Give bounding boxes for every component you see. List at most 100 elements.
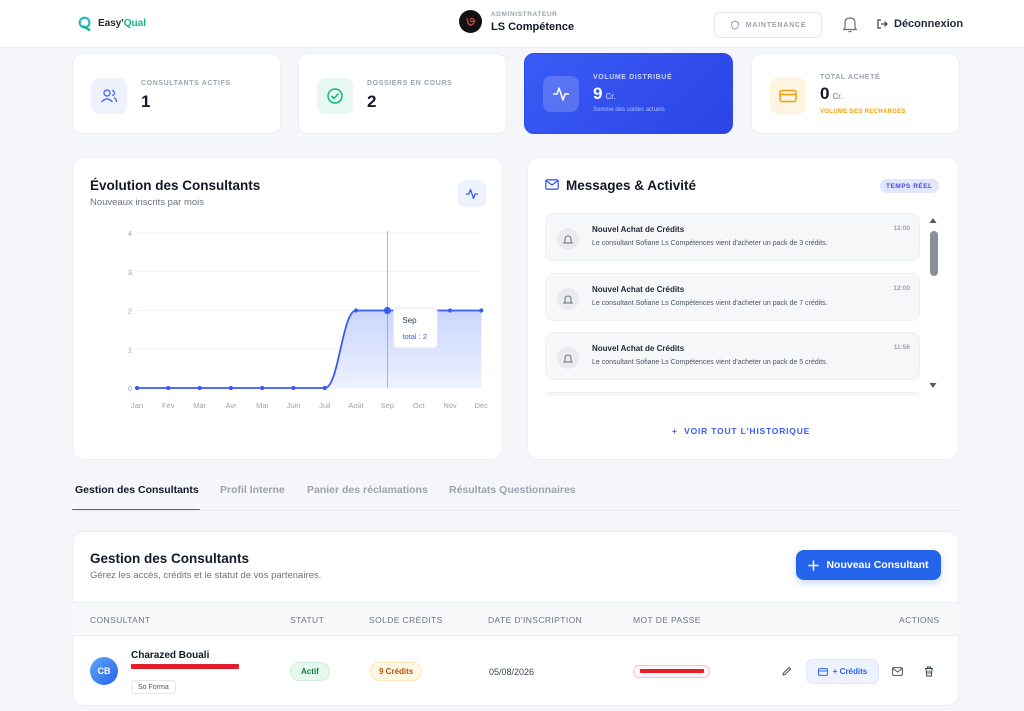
data-point (447, 308, 453, 313)
x-tick-label: Juil (319, 401, 331, 410)
logout-label: Déconnexion (894, 18, 964, 30)
redacted-password (640, 669, 704, 673)
admin-avatar (459, 10, 482, 33)
chart-title: Évolution des Consultants (90, 178, 261, 193)
data-point (354, 308, 359, 313)
tab-gestion-consultants[interactable]: Gestion des Consultants (75, 484, 199, 496)
data-point (166, 385, 171, 391)
stat-card-volume: VOLUME DISTRIBUÉ 9 Cr. Somme des soldes a… (524, 53, 733, 134)
stat-card-dossiers: DOSSIERS EN COURS 2 (298, 53, 507, 134)
add-credits-label: + Crédits (832, 667, 868, 676)
admin-logo-icon (465, 17, 476, 26)
message-desc: Le consultant Sofiane Ls Compétences vie… (592, 300, 828, 307)
stat-value: 1 (141, 92, 151, 111)
plus-icon (808, 559, 820, 571)
stat-label: CONSULTANTS ACTIFS (141, 80, 231, 87)
stat-value: 2 (367, 92, 377, 111)
stat-value: 0 Cr. (820, 84, 843, 103)
see-all-history-link[interactable]: + VOIR TOUT L'HISTORIQUE (672, 426, 810, 436)
x-tick-label: Jan (131, 401, 143, 410)
tab-panier-reclamations[interactable]: Panier des réclamations (307, 484, 428, 496)
data-point (291, 385, 296, 391)
bell-icon (557, 347, 579, 369)
col-solde: SOLDE CRÉDITS (369, 615, 443, 625)
message-title: Nouvel Achat de Crédits (592, 285, 685, 294)
data-point (479, 308, 484, 313)
col-actions: ACTIONS (899, 615, 940, 625)
delete-button[interactable] (916, 659, 941, 684)
status-badge: Actif (290, 662, 330, 681)
tooltip-box (392, 307, 438, 349)
brand-logo-icon (78, 16, 91, 31)
plus-icon: + (672, 426, 678, 436)
message-title: Nouvel Achat de Crédits (592, 344, 685, 353)
message-item[interactable]: Nouvel Achat de Crédits Le consultant So… (545, 213, 920, 261)
check-circle-icon (317, 78, 353, 114)
tab-profil-interne[interactable]: Profil Interne (220, 484, 285, 496)
admin-name: LS Compétence (491, 20, 575, 33)
x-tick-label: Sep (381, 401, 394, 410)
stat-label: DOSSIERS EN COURS (367, 80, 453, 87)
new-consultant-label: Nouveau Consultant (826, 559, 929, 571)
admin-profile[interactable]: ADMINISTRATEUR LS Compétence (459, 10, 574, 33)
consultants-panel-subtitle: Gérez les accès, crédits et le statut de… (90, 570, 322, 581)
activity-icon (466, 188, 478, 199)
message-time: 12:00 (893, 285, 910, 292)
message-desc: Le consultant Sofiane Ls Compétences vie… (592, 359, 828, 366)
redacted-email (131, 664, 239, 669)
consultant-name: Charazed Bouali (131, 650, 210, 661)
data-point (134, 385, 140, 391)
x-tick-label: Avr (225, 401, 237, 410)
y-tick-label: 4 (128, 229, 132, 238)
activity-icon (543, 76, 579, 112)
stat-label: TOTAL ACHETÉ (820, 74, 881, 81)
trash-icon (924, 666, 933, 677)
logout-button[interactable]: Déconnexion (876, 18, 963, 30)
tab-resultats-questionnaires[interactable]: Résultats Questionnaires (449, 484, 576, 496)
messages-title: Messages & Activité (566, 178, 697, 193)
notifications-bell-icon[interactable] (842, 15, 858, 33)
message-item[interactable]: Nouvel Achat de Crédits Le consultant So… (545, 273, 920, 321)
consultants-area-chart[interactable]: 0 1 2 3 4 Jan Fév Mar Avr Mai Juin Juil Août Sep Oct No… (72, 220, 492, 420)
maintenance-label: MAINTENANCE (745, 21, 807, 29)
credit-card-icon (817, 667, 828, 676)
shield-icon (730, 20, 739, 30)
admin-role: ADMINISTRATEUR (491, 10, 558, 18)
stat-sub: Somme des soldes actuels (593, 107, 665, 113)
edit-button[interactable] (774, 659, 799, 684)
col-statut: STATUT (290, 615, 325, 625)
brand[interactable]: Easy'Qual (78, 16, 146, 31)
email-button[interactable] (885, 659, 910, 684)
tooltip-value: total : 2 (402, 332, 427, 341)
message-item[interactable]: Nouvel Achat de Crédits Le consultant So… (545, 332, 920, 380)
y-tick-label: 0 (128, 384, 132, 393)
new-consultant-button[interactable]: Nouveau Consultant (796, 550, 941, 580)
y-tick-label: 1 (128, 345, 132, 354)
stat-label: VOLUME DISTRIBUÉ (593, 74, 673, 81)
consultants-panel-title: Gestion des Consultants (90, 551, 250, 566)
col-consultant: CONSULTANT (90, 615, 151, 625)
top-header: Easy'Qual ADMINISTRATEUR LS Compétence M… (0, 0, 1024, 48)
message-time: 11:56 (893, 344, 910, 351)
avatar: CB (90, 657, 118, 685)
x-tick-label: Déc (475, 401, 489, 410)
stat-card-consultants: CONSULTANTS ACTIFS 1 (72, 53, 281, 134)
x-tick-label: Oct (413, 401, 426, 410)
bell-icon (557, 288, 579, 310)
x-tick-label: Nov (443, 401, 457, 410)
chart-activity-button[interactable] (458, 180, 486, 207)
maintenance-button[interactable]: MAINTENANCE (714, 12, 822, 38)
add-credits-button[interactable]: + Crédits (806, 659, 879, 684)
scrollbar-thumb[interactable] (930, 231, 938, 276)
bell-icon (557, 228, 579, 250)
mail-icon (892, 667, 903, 676)
table-header: CONSULTANT STATUT SOLDE CRÉDITS DATE D'I… (72, 602, 959, 636)
message-title: Nouvel Achat de Crédits (592, 225, 685, 234)
x-tick-label: Mar (193, 401, 206, 410)
credits-badge: 9 Crédits (370, 662, 423, 681)
chart-subtitle: Nouveaux inscrits par mois (90, 197, 205, 208)
message-item-partial (545, 392, 920, 396)
credit-card-icon (770, 78, 806, 114)
data-point (197, 385, 202, 391)
users-icon (91, 78, 127, 114)
